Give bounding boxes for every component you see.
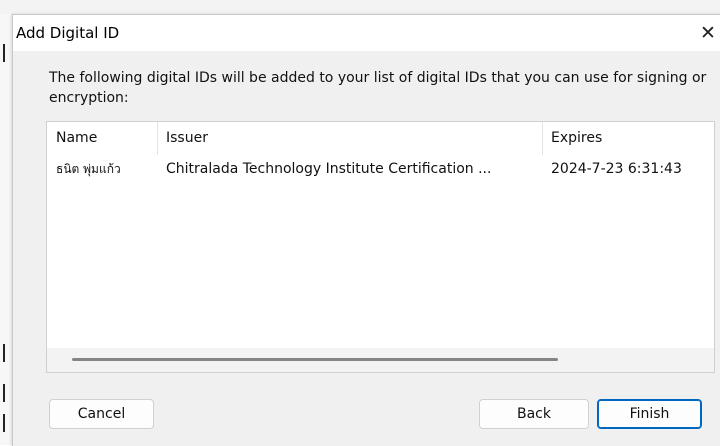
dialog-title: Add Digital ID [16, 24, 120, 42]
close-icon: ✕ [700, 22, 716, 44]
list-item[interactable]: ธนิต พุ่มแก้ว Chitralada Technology Inst… [47, 156, 714, 182]
close-button[interactable]: ✕ [695, 15, 720, 51]
column-header-name[interactable]: Name [47, 122, 157, 155]
background-window-strip [0, 0, 720, 14]
column-header-expires[interactable]: Expires [542, 122, 712, 155]
horizontal-scrollbar[interactable] [47, 348, 714, 372]
finish-button[interactable]: Finish [597, 399, 702, 429]
cell-expires: 2024-7-23 6:31:43 [551, 161, 682, 177]
cell-issuer: Chitralada Technology Institute Certific… [166, 161, 492, 177]
back-button[interactable]: Back [479, 399, 589, 429]
column-header: Name Issuer Expires [47, 122, 714, 155]
column-header-issuer[interactable]: Issuer [157, 122, 542, 155]
intro-text: The following digital IDs will be added … [49, 70, 707, 106]
title-bar: Add Digital ID ✕ [13, 15, 720, 51]
digital-id-list[interactable]: Name Issuer Expires ธนิต พุ่มแก้ว Chitra… [46, 121, 715, 373]
cell-name: ธนิต พุ่มแก้ว [56, 162, 121, 176]
scrollbar-thumb[interactable] [72, 358, 558, 361]
cancel-button[interactable]: Cancel [49, 399, 154, 429]
add-digital-id-dialog: Add Digital ID ✕ The following digital I… [12, 14, 720, 446]
background-window-edge [0, 14, 12, 445]
